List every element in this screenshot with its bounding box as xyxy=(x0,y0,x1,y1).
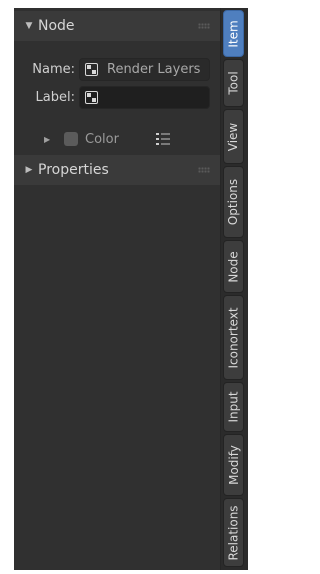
properties-panel-header[interactable]: ▶ Properties xyxy=(14,155,220,185)
tab-modify-label: Modify xyxy=(226,445,241,485)
list-icon[interactable] xyxy=(156,132,176,146)
tab-view[interactable]: View xyxy=(223,109,244,164)
color-checkbox[interactable] xyxy=(64,132,78,146)
node-panel-title: Node xyxy=(38,18,75,34)
node-icon xyxy=(85,62,98,76)
name-field[interactable]: Render Layers xyxy=(79,57,210,81)
drag-handle-icon[interactable] xyxy=(198,167,210,173)
label-row: Label: xyxy=(14,84,220,110)
tab-view-label: View xyxy=(226,122,241,151)
tab-node-label: Node xyxy=(226,250,241,283)
tab-input-label: Input xyxy=(226,391,241,423)
tab-relations-label: Relations xyxy=(226,504,241,561)
tab-item-label: Item xyxy=(226,19,241,48)
tab-node[interactable]: Node xyxy=(223,240,244,293)
tab-item[interactable]: Item xyxy=(223,10,244,57)
expand-triangle-icon[interactable]: ▶ xyxy=(20,165,38,175)
tab-relations[interactable]: Relations xyxy=(223,498,244,567)
tab-tool[interactable]: Tool xyxy=(223,59,244,107)
properties-panel-title: Properties xyxy=(38,162,109,178)
label-field[interactable] xyxy=(79,85,210,109)
name-row: Name: Render Layers xyxy=(14,56,220,82)
collapse-triangle-icon[interactable]: ▼ xyxy=(20,21,38,31)
tab-iconortext-label: Iconortext xyxy=(226,306,241,369)
node-panel-header[interactable]: ▼ Node xyxy=(14,11,220,41)
sidebar-panel: ▼ Node Name: Render Layers Label: ▶ Colo… xyxy=(14,8,221,570)
color-label: Color xyxy=(85,131,119,147)
tab-input[interactable]: Input xyxy=(223,382,244,432)
color-row: ▶ Color xyxy=(14,126,220,152)
tab-options-label: Options xyxy=(226,178,241,226)
tab-options[interactable]: Options xyxy=(223,166,244,238)
name-label: Name: xyxy=(32,61,75,77)
tab-iconortext[interactable]: Iconortext xyxy=(223,295,244,380)
expand-triangle-icon[interactable]: ▶ xyxy=(44,135,50,144)
node-icon xyxy=(85,90,98,104)
sidebar-tabs: Item Tool View Options Node Iconortext I… xyxy=(221,8,248,570)
label-label: Label: xyxy=(35,89,75,105)
drag-handle-icon[interactable] xyxy=(198,23,210,29)
tab-tool-label: Tool xyxy=(226,71,241,95)
tab-modify[interactable]: Modify xyxy=(223,434,244,496)
name-value: Render Layers xyxy=(107,61,201,77)
